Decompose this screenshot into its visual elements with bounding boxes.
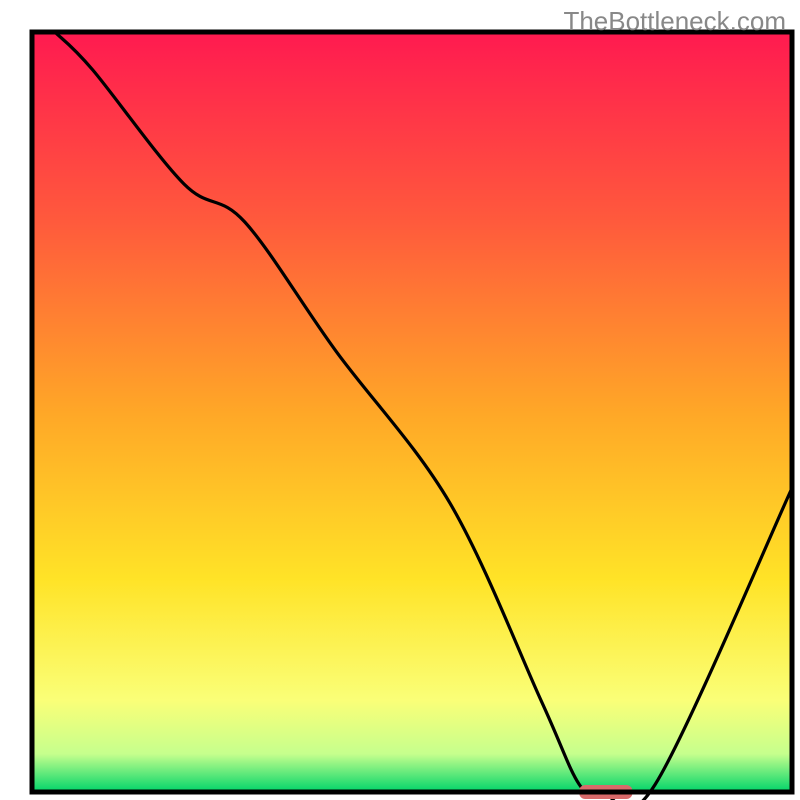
chart-container: TheBottleneck.com xyxy=(0,0,800,800)
watermark-text: TheBottleneck.com xyxy=(563,6,786,37)
bottleneck-chart xyxy=(0,0,800,800)
plot-background xyxy=(32,32,792,792)
